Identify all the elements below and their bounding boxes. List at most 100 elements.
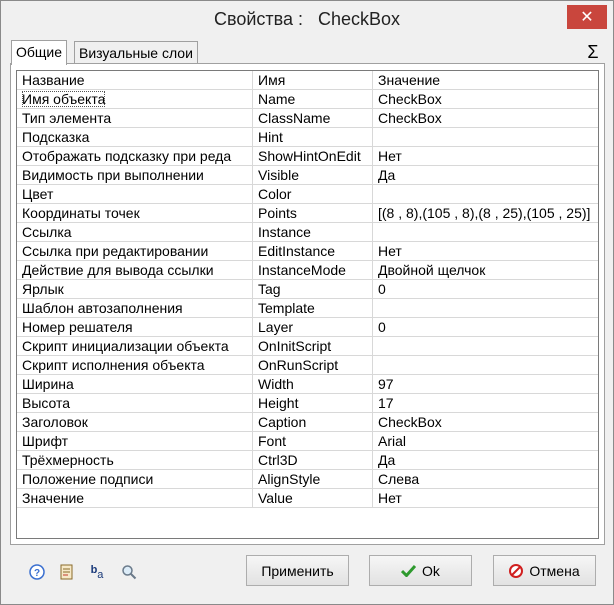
rename-icon[interactable]: ba bbox=[89, 564, 105, 581]
property-name-cell: Ссылка bbox=[17, 223, 253, 242]
property-value-cell[interactable]: 97 bbox=[373, 375, 598, 394]
property-value-cell[interactable]: CheckBox bbox=[373, 109, 598, 128]
property-value-cell[interactable] bbox=[373, 337, 598, 356]
close-button[interactable]: ✕ bbox=[567, 5, 607, 29]
table-row[interactable]: Положение подписи AlignStyle Слева bbox=[17, 470, 598, 489]
table-row[interactable]: Имя объекта Name CheckBox bbox=[17, 90, 598, 109]
table-row[interactable]: Трёхмерность Ctrl3D Да bbox=[17, 451, 598, 470]
check-icon bbox=[401, 564, 417, 577]
table-row[interactable]: Номер решателя Layer 0 bbox=[17, 318, 598, 337]
property-name-cell: Имя объекта bbox=[17, 90, 253, 109]
title-bar[interactable]: Свойства : CheckBox ✕ bbox=[1, 1, 613, 38]
property-name-cell: Шрифт bbox=[17, 432, 253, 451]
table-row[interactable]: Ширина Width 97 bbox=[17, 375, 598, 394]
property-value-cell[interactable]: CheckBox bbox=[373, 413, 598, 432]
property-id-cell: Points bbox=[253, 204, 373, 223]
property-id-cell: AlignStyle bbox=[253, 470, 373, 489]
property-name-cell: Ярлык bbox=[17, 280, 253, 299]
property-name-cell: Подсказка bbox=[17, 128, 253, 147]
table-row[interactable]: Тип элемента ClassName CheckBox bbox=[17, 109, 598, 128]
property-id-cell: Instance bbox=[253, 223, 373, 242]
property-id-cell: Value bbox=[253, 489, 373, 508]
tab-label: Визуальные слои bbox=[79, 45, 193, 61]
property-id-cell: Hint bbox=[253, 128, 373, 147]
apply-button[interactable]: Применить bbox=[246, 555, 349, 586]
tab-general[interactable]: Общие bbox=[11, 40, 68, 65]
property-id-cell: Caption bbox=[253, 413, 373, 432]
table-row[interactable]: Скрипт исполнения объекта OnRunScript bbox=[17, 356, 598, 375]
sigma-icon[interactable]: Σ bbox=[584, 41, 602, 63]
table-row[interactable]: Ссылка Instance bbox=[17, 223, 598, 242]
svg-text:?: ? bbox=[34, 568, 40, 579]
property-id-cell: Visible bbox=[253, 166, 373, 185]
property-value-cell[interactable] bbox=[373, 356, 598, 375]
property-value-cell[interactable]: Слева bbox=[373, 470, 598, 489]
property-name-cell: Отображать подсказку при реда bbox=[17, 147, 253, 166]
property-name-cell: Скрипт исполнения объекта bbox=[17, 356, 253, 375]
table-row[interactable]: Ярлык Tag 0 bbox=[17, 280, 598, 299]
property-id-cell: Tag bbox=[253, 280, 373, 299]
properties-dialog: Свойства : CheckBox ✕ Общие Визуальные с… bbox=[0, 0, 614, 605]
table-row[interactable]: Заголовок Caption CheckBox bbox=[17, 413, 598, 432]
property-id-cell: Ctrl3D bbox=[253, 451, 373, 470]
property-id-cell: Color bbox=[253, 185, 373, 204]
property-id-cell: InstanceMode bbox=[253, 261, 373, 280]
property-value-cell[interactable]: Да bbox=[373, 451, 598, 470]
property-value-cell[interactable] bbox=[373, 223, 598, 242]
cancel-button[interactable]: Отмена bbox=[493, 555, 596, 586]
apply-button-label: Применить bbox=[261, 562, 334, 579]
property-value-cell[interactable]: 0 bbox=[373, 280, 598, 299]
table-row[interactable]: Шаблон автозаполнения Template bbox=[17, 299, 598, 318]
tab-visual-layers[interactable]: Визуальные слои bbox=[74, 41, 198, 64]
column-header-value[interactable]: Значение bbox=[373, 71, 598, 90]
property-name-cell: Номер решателя bbox=[17, 318, 253, 337]
property-name-cell: Заголовок bbox=[17, 413, 253, 432]
property-value-cell[interactable]: Да bbox=[373, 166, 598, 185]
cancel-button-label: Отмена bbox=[529, 562, 580, 579]
property-value-cell[interactable]: [(8 , 8),(105 , 8),(8 , 25),(105 , 25)] bbox=[373, 204, 598, 223]
property-name-cell: Ширина bbox=[17, 375, 253, 394]
property-value-cell[interactable] bbox=[373, 128, 598, 147]
close-icon: ✕ bbox=[580, 9, 594, 26]
column-header-id[interactable]: Имя bbox=[253, 71, 373, 90]
property-name-cell: Скрипт инициализации объекта bbox=[17, 337, 253, 356]
property-id-cell: Width bbox=[253, 375, 373, 394]
property-name-cell: Положение подписи bbox=[17, 470, 253, 489]
table-row[interactable]: Отображать подсказку при реда ShowHintOnE… bbox=[17, 147, 598, 166]
property-value-cell[interactable]: 0 bbox=[373, 318, 598, 337]
table-row[interactable]: Координаты точек Points [(8 , 8),(105 , 8)… bbox=[17, 204, 598, 223]
table-row[interactable]: Действие для вывода ссылки InstanceMode Дв… bbox=[17, 261, 598, 280]
property-value-cell[interactable]: Нет bbox=[373, 242, 598, 261]
properties-icon[interactable] bbox=[59, 564, 75, 580]
property-id-cell: EditInstance bbox=[253, 242, 373, 261]
property-value-cell[interactable]: Arial bbox=[373, 432, 598, 451]
property-name-cell: Координаты точек bbox=[17, 204, 253, 223]
property-name-cell: Шаблон автозаполнения bbox=[17, 299, 253, 318]
property-value-cell[interactable] bbox=[373, 299, 598, 318]
cancel-icon bbox=[509, 563, 524, 578]
properties-grid: Название Имя Значение Имя объекта Name Che… bbox=[16, 70, 599, 539]
table-row[interactable]: Скрипт инициализации объекта OnInitScript bbox=[17, 337, 598, 356]
ok-button[interactable]: Ok bbox=[369, 555, 472, 586]
search-icon[interactable] bbox=[121, 564, 137, 580]
property-value-cell[interactable]: 17 bbox=[373, 394, 598, 413]
property-value-cell[interactable]: Нет bbox=[373, 147, 598, 166]
table-row[interactable]: Ссылка при редактировании EditInstance Нет bbox=[17, 242, 598, 261]
property-value-cell[interactable] bbox=[373, 185, 598, 204]
property-id-cell: Name bbox=[253, 90, 373, 109]
help-icon[interactable]: ? bbox=[29, 564, 45, 580]
column-header-name[interactable]: Название bbox=[17, 71, 253, 90]
property-id-cell: ClassName bbox=[253, 109, 373, 128]
table-row[interactable]: Подсказка Hint bbox=[17, 128, 598, 147]
property-value-cell[interactable]: Двойной щелчок bbox=[373, 261, 598, 280]
table-row[interactable]: Цвет Color bbox=[17, 185, 598, 204]
table-row[interactable]: Высота Height 17 bbox=[17, 394, 598, 413]
table-row[interactable]: Значение Value Нет bbox=[17, 489, 598, 508]
ok-button-label: Ok bbox=[422, 562, 440, 579]
property-value-cell[interactable]: Нет bbox=[373, 489, 598, 508]
table-row[interactable]: Шрифт Font Arial bbox=[17, 432, 598, 451]
table-row[interactable]: Видимость при выполнении Visible Да bbox=[17, 166, 598, 185]
property-name-cell: Ссылка при редактировании bbox=[17, 242, 253, 261]
window-title: Свойства : CheckBox bbox=[213, 9, 401, 29]
property-value-cell[interactable]: CheckBox bbox=[373, 90, 598, 109]
